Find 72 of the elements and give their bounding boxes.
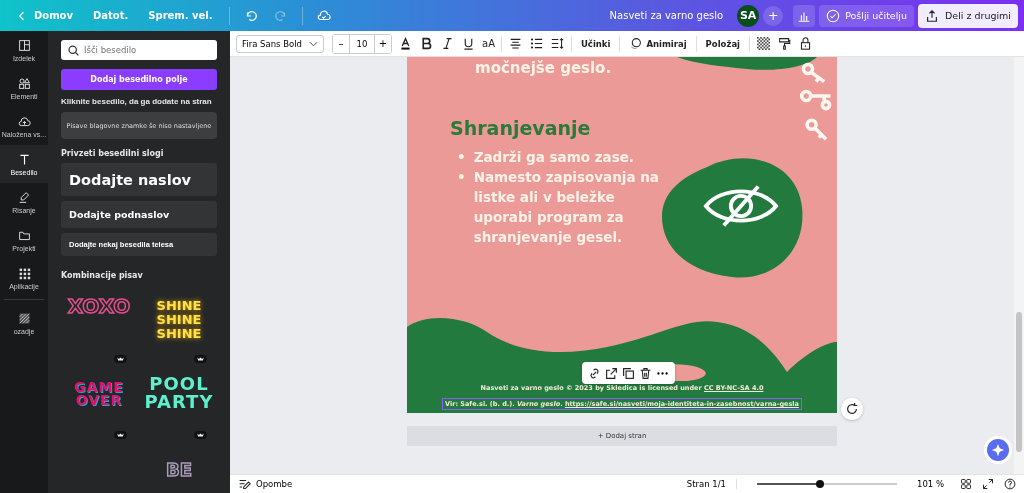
user-avatar[interactable]: SA — [737, 4, 760, 27]
apps-icon — [17, 266, 31, 280]
upload-icon — [925, 8, 939, 23]
insights-button[interactable] — [793, 4, 816, 27]
bullet-text: Zadrži ga samo zase. — [473, 148, 635, 167]
font-dropdown[interactable]: Fira Sans Bold — [236, 34, 324, 53]
link-icon[interactable] — [588, 366, 601, 380]
zoom-level[interactable]: 101 % — [917, 479, 944, 489]
page-indicator[interactable]: Stran 1/1 — [686, 479, 737, 489]
bullet-marker: • — [457, 168, 466, 187]
line-spacing-icon[interactable] — [550, 37, 564, 50]
section-title: Privzeti besedilni slogi — [61, 149, 165, 158]
help-icon[interactable] — [1004, 478, 1016, 490]
premium-icon — [114, 431, 127, 439]
document-title[interactable]: Nasveti za varno geslo — [609, 10, 724, 21]
pencil-lines-icon — [238, 477, 251, 491]
list-icon[interactable] — [529, 37, 543, 50]
shapes-icon — [17, 76, 31, 90]
premium-icon — [114, 355, 127, 363]
refresh-button[interactable] — [841, 398, 863, 420]
font-combination[interactable]: XOXO — [67, 299, 131, 313]
notes-button[interactable]: Opombe — [238, 477, 293, 491]
add-collaborator-button[interactable]: + — [763, 5, 784, 26]
search-field[interactable]: Išči besedilo — [61, 40, 217, 60]
scrollbar[interactable] — [1014, 57, 1024, 474]
font-combination[interactable]: BE — [166, 461, 192, 479]
assistant-button[interactable] — [987, 439, 1009, 461]
hidden-eye-icon — [702, 182, 780, 230]
bullet-marker: • — [457, 148, 466, 167]
share-button[interactable]: Deli z drugimi — [918, 3, 1018, 28]
paint-roller-icon[interactable] — [778, 37, 792, 50]
submit-button[interactable]: Pošlji učitelju — [819, 4, 914, 27]
bold-icon[interactable] — [420, 37, 433, 50]
draw-icon — [17, 190, 31, 204]
animate-button[interactable]: Animiraj — [626, 37, 690, 50]
text-color-icon[interactable] — [399, 37, 412, 50]
premium-icon — [194, 355, 207, 363]
grid-view-icon[interactable] — [960, 478, 972, 490]
pattern-icon — [17, 311, 31, 325]
font-combination[interactable]: POOL PARTY — [144, 375, 214, 411]
trash-icon[interactable] — [639, 366, 652, 380]
slider-handle[interactable] — [816, 480, 824, 488]
bullet-text: Namesto zapisovanja na listke ali v beležke uporabi program za shranjevanje gesel. — [473, 168, 660, 247]
page-text: močnejše geslo. — [475, 59, 612, 77]
lock-icon[interactable] — [799, 37, 813, 50]
section-title: Kombinacije pisav — [61, 271, 144, 280]
upload-icon — [17, 114, 31, 128]
add-text-box-button[interactable]: Dodaj besedilno polje — [61, 69, 217, 90]
align-center-icon[interactable] — [508, 37, 522, 50]
animation-icon — [629, 37, 643, 50]
text-icon — [17, 152, 31, 166]
position-button[interactable]: Položaj — [702, 38, 744, 49]
chevron-down-icon — [309, 40, 318, 47]
underline-icon[interactable] — [462, 37, 475, 50]
effects-button[interactable]: Učinki — [577, 38, 614, 49]
premium-icon — [194, 431, 207, 439]
duplicate-icon[interactable] — [622, 366, 635, 380]
cloud-check-icon[interactable] — [316, 8, 331, 23]
page-heading: Shranjevanje — [450, 117, 591, 139]
letter-case-button[interactable]: aA — [482, 38, 495, 49]
text-style-button[interactable]: Dodajte naslov — [61, 163, 217, 196]
layout-icon — [17, 38, 31, 52]
sparkle-icon — [991, 443, 1005, 457]
check-circle-icon — [826, 8, 841, 23]
hint-text: Kliknite besedilo, da ga dodate na stran — [61, 96, 213, 107]
external-link-icon[interactable] — [605, 366, 618, 380]
refresh-icon — [845, 402, 859, 416]
font-combination[interactable]: SHINE SHINE SHINE — [156, 299, 202, 341]
italic-icon[interactable] — [441, 37, 454, 50]
fullscreen-icon[interactable] — [982, 478, 994, 490]
text-style-button[interactable]: Dodajte podnaslov — [61, 201, 217, 228]
transparency-icon[interactable] — [757, 37, 771, 50]
